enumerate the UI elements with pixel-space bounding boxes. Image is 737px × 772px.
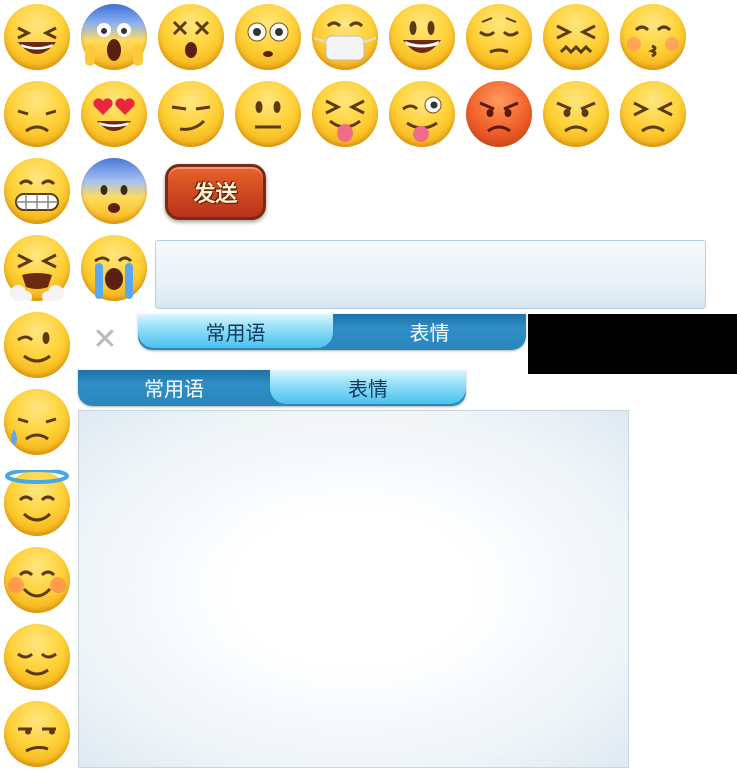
crying-steam-face-icon[interactable] xyxy=(4,235,70,301)
pensive-face-icon[interactable] xyxy=(466,4,532,70)
tongue-wink-face-icon[interactable] xyxy=(389,81,455,147)
mask-face-icon[interactable] xyxy=(312,4,378,70)
send-button[interactable]: 发送 xyxy=(165,164,266,220)
persevering-face-icon[interactable] xyxy=(620,81,686,147)
confounded-face-icon[interactable] xyxy=(543,4,609,70)
sweat-face-icon[interactable] xyxy=(4,389,70,455)
content-panel xyxy=(78,410,629,768)
smirking-face-icon[interactable] xyxy=(158,81,224,147)
fearful-face-icon[interactable] xyxy=(81,158,147,224)
message-input[interactable] xyxy=(155,240,706,309)
screaming-face-icon[interactable] xyxy=(81,4,147,70)
smiley-face-icon[interactable] xyxy=(389,4,455,70)
angry-red-face-icon[interactable] xyxy=(466,81,532,147)
black-block xyxy=(528,314,737,374)
relieved-face-icon[interactable] xyxy=(4,624,70,690)
flushed-face-icon[interactable] xyxy=(235,4,301,70)
angry-face-icon[interactable] xyxy=(543,81,609,147)
tab-emoji-alt[interactable]: 表情 xyxy=(270,370,466,404)
tab-common-phrases[interactable]: 常用语 xyxy=(138,314,333,348)
disappointed-face-icon[interactable] xyxy=(4,81,70,147)
close-icon[interactable]: ✕ xyxy=(90,325,120,355)
blushing-face-icon[interactable] xyxy=(4,547,70,613)
tab-bar-bottom: 常用语 表情 xyxy=(78,370,466,406)
loudly-crying-face-icon[interactable] xyxy=(81,235,147,301)
tab-bar-top: 常用语 表情 xyxy=(138,314,526,350)
unamused-face-icon[interactable] xyxy=(4,701,70,767)
kissing-face-icon[interactable] xyxy=(620,4,686,70)
dizzy-face-icon[interactable] xyxy=(158,4,224,70)
tab-common-phrases-alt[interactable]: 常用语 xyxy=(78,370,270,404)
angel-face-icon[interactable] xyxy=(4,470,70,536)
laughing-face-icon[interactable] xyxy=(4,4,70,70)
neutral-face-icon[interactable] xyxy=(235,81,301,147)
grimacing-face-icon[interactable] xyxy=(4,158,70,224)
winking-face-icon[interactable] xyxy=(4,312,70,378)
tongue-squint-face-icon[interactable] xyxy=(312,81,378,147)
heart-eyes-face-icon[interactable] xyxy=(81,81,147,147)
tab-emoji[interactable]: 表情 xyxy=(333,314,526,348)
